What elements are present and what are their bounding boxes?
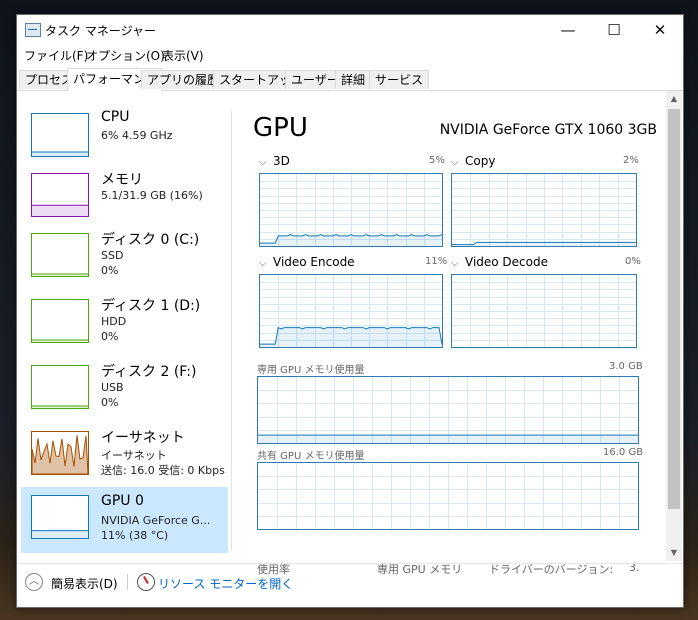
sidebar-item-usage: 送信: 16.0 受信: 0 Kbps (101, 464, 225, 477)
engine-label-video-encode[interactable]: Video Encode (273, 255, 355, 269)
title-bar: タスク マネージャー — ☐ ✕ (17, 15, 683, 45)
tab-bar: プロセス パフォーマンス アプリの履歴 スタートアップ ユーザー 詳細 サービス (17, 68, 683, 91)
sidebar-item-usage: 0% (101, 396, 119, 409)
sidebar-item-title: メモリ (101, 172, 143, 188)
sidebar-item-cpu[interactable]: CPU 6% 4.59 GHz (21, 107, 228, 171)
sidebar-item-ethernet[interactable]: イーサネット イーサネット 送信: 16.0 受信: 0 Kbps (21, 425, 228, 489)
open-resource-monitor-link[interactable]: リソース モニターを開く (158, 575, 293, 592)
sidebar-item-usage: 11% (38 °C) (101, 529, 169, 542)
chevron-down-icon[interactable]: ⌵ (259, 258, 267, 269)
resource-sidebar: CPU 6% 4.59 GHz メモリ 5.1/31.9 GB (16%) ディ… (17, 91, 228, 557)
chevron-down-icon[interactable]: ⌵ (259, 157, 267, 168)
chevron-down-icon[interactable]: ⌵ (451, 258, 459, 269)
fewer-details-button[interactable]: 簡易表示(D) (51, 575, 118, 592)
graph-video-encode (259, 274, 443, 348)
menu-bar: ファイル(F) オプション(O) 表示(V) (17, 45, 683, 65)
gpu-0-thumbnail-graph (31, 495, 89, 539)
sidebar-item-detail: 5.1/31.9 GB (16%) (101, 189, 203, 202)
engine-label-video-decode[interactable]: Video Decode (465, 255, 548, 269)
menu-options[interactable]: オプション(O) (86, 47, 165, 64)
pane-divider (231, 111, 232, 551)
disk-0-thumbnail-graph (31, 233, 89, 277)
engine-label-copy[interactable]: Copy (465, 154, 495, 168)
chevron-down-icon[interactable]: ⌵ (451, 157, 459, 168)
sidebar-item-disk-1[interactable]: ディスク 1 (D:) HDD 0% (21, 293, 228, 357)
sidebar-item-title: ディスク 0 (C:) (101, 232, 200, 248)
scroll-down-arrow-icon[interactable]: ▼ (666, 545, 682, 561)
gpu-detail-pane: GPU NVIDIA GeForce GTX 1060 3GB ⌵ 3D 5% … (233, 91, 663, 576)
graph-video-decode (451, 274, 637, 348)
vertical-scrollbar[interactable]: ▲ ▼ (666, 91, 682, 561)
disk-2-thumbnail-graph (31, 365, 89, 409)
resource-monitor-icon[interactable] (137, 573, 155, 591)
sidebar-item-title: CPU (101, 109, 130, 125)
engine-percent-copy: 2% (623, 155, 639, 166)
sidebar-item-detail: SSD (101, 249, 124, 262)
chevron-up-icon[interactable]: ︿ (25, 573, 43, 591)
maximize-button[interactable]: ☐ (591, 15, 637, 45)
shared-memory-label: 共有 GPU メモリ使用量 (257, 451, 365, 462)
sidebar-item-gpu-0[interactable]: GPU 0 NVIDIA GeForce G... 11% (38 °C) (21, 487, 228, 553)
cpu-thumbnail-graph (31, 113, 89, 157)
close-button[interactable]: ✕ (637, 15, 683, 45)
task-manager-window: タスク マネージャー — ☐ ✕ ファイル(F) オプション(O) 表示(V) … (16, 14, 684, 608)
dedicated-memory-label: 専用 GPU メモリ使用量 (257, 365, 365, 376)
graph-dedicated-memory (257, 376, 639, 444)
task-manager-icon (25, 23, 41, 37)
gpu-model-name: NVIDIA GeForce GTX 1060 3GB (439, 122, 657, 138)
sidebar-item-detail: 6% 4.59 GHz (101, 129, 173, 142)
shared-memory-max: 16.0 GB (603, 447, 644, 458)
sidebar-item-title: GPU 0 (101, 493, 144, 509)
sidebar-item-title: ディスク 2 (F:) (101, 364, 197, 380)
engine-percent-video-encode: 11% (425, 256, 448, 267)
minimize-button[interactable]: — (545, 15, 591, 45)
sidebar-item-detail: NVIDIA GeForce G... (101, 514, 211, 527)
footer-separator (127, 574, 128, 590)
disk-1-thumbnail-graph (31, 299, 89, 343)
graph-shared-memory (257, 462, 639, 530)
graph-3d (259, 173, 443, 247)
engine-percent-video-decode: 0% (625, 256, 641, 267)
engine-percent-3d: 5% (429, 155, 445, 166)
menu-view[interactable]: 表示(V) (162, 47, 204, 64)
sidebar-item-memory[interactable]: メモリ 5.1/31.9 GB (16%) (21, 167, 228, 231)
tab-details[interactable]: 詳細 (335, 70, 372, 89)
sidebar-item-detail: イーサネット (101, 449, 167, 462)
page-title: GPU (253, 113, 308, 143)
sidebar-item-usage: 0% (101, 330, 119, 343)
sidebar-item-detail: HDD (101, 315, 127, 328)
sidebar-item-title: イーサネット (101, 430, 185, 446)
memory-thumbnail-graph (31, 173, 89, 217)
tab-services[interactable]: サービス (369, 70, 430, 89)
sidebar-item-usage: 0% (101, 264, 119, 277)
dedicated-memory-max: 3.0 GB (609, 361, 643, 372)
scroll-up-arrow-icon[interactable]: ▲ (666, 91, 682, 107)
sidebar-item-disk-2[interactable]: ディスク 2 (F:) USB 0% (21, 359, 228, 423)
scrollbar-thumb[interactable] (668, 109, 680, 509)
sidebar-item-disk-0[interactable]: ディスク 0 (C:) SSD 0% (21, 227, 228, 291)
sidebar-item-title: ディスク 1 (D:) (101, 298, 201, 314)
sidebar-item-detail: USB (101, 381, 124, 394)
engine-label-3d[interactable]: 3D (273, 154, 290, 168)
ethernet-thumbnail-graph (31, 431, 89, 475)
menu-file[interactable]: ファイル(F) (24, 47, 88, 64)
graph-copy (451, 173, 637, 247)
footer-bar: ︿ 簡易表示(D) リソース モニターを開く (17, 563, 683, 607)
window-title: タスク マネージャー (45, 24, 156, 38)
